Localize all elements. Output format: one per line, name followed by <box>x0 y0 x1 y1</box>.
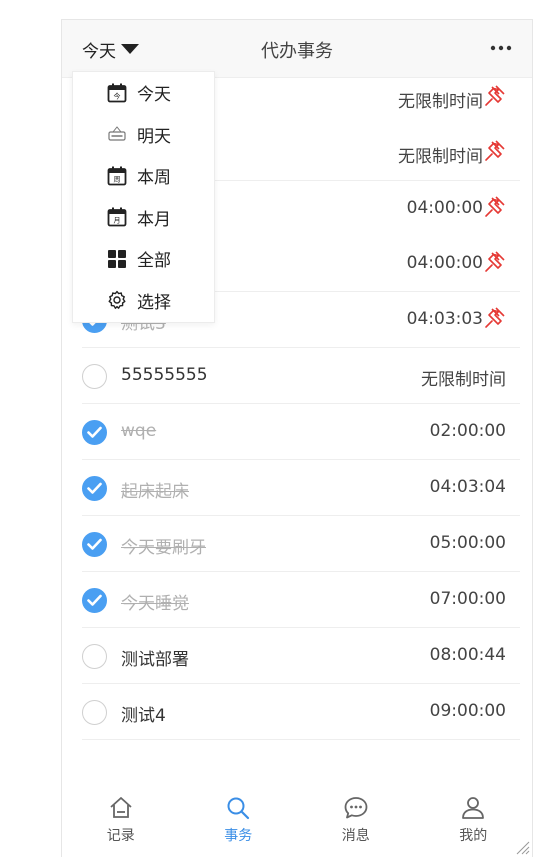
tab-label: 记录 <box>106 828 135 844</box>
task-checkbox[interactable] <box>82 420 107 445</box>
pin-icon[interactable] <box>483 195 507 219</box>
page-title: 代办事务 <box>261 41 333 62</box>
tab-label: 事务 <box>224 828 253 844</box>
bottom-tab-bar: 记录 事务 消息 我的 <box>62 787 532 857</box>
more-icon[interactable] <box>490 38 512 58</box>
tab-label: 消息 <box>341 828 370 844</box>
task-checkbox[interactable] <box>82 700 107 725</box>
task-time: 08:00:44 <box>429 645 506 665</box>
task-checkbox[interactable] <box>82 532 107 557</box>
close-sign-icon <box>108 126 126 141</box>
svg-text:周: 周 <box>114 175 121 183</box>
resize-handle-icon[interactable] <box>514 839 530 855</box>
pin-icon[interactable] <box>483 139 507 163</box>
gear-icon <box>108 291 126 310</box>
task-row[interactable]: 今天要刷牙 05:00:00 <box>82 516 520 572</box>
search-icon <box>227 797 250 820</box>
tab-label: 我的 <box>459 828 488 844</box>
calendar-week-icon: 周 <box>107 166 127 186</box>
task-time: 04:00:00 <box>406 198 483 218</box>
dropdown-item-select[interactable]: 选择 <box>73 280 214 322</box>
chat-bubble-icon <box>344 797 368 819</box>
task-time: 无限制时间 <box>398 147 483 167</box>
task-row[interactable]: wqe 02:00:00 <box>82 404 520 460</box>
task-time: 04:03:04 <box>429 477 506 497</box>
calendar-month-icon: 月 <box>107 207 127 227</box>
task-time: 04:03:03 <box>406 309 483 329</box>
dropdown-item-month[interactable]: 月 本月 <box>73 197 214 239</box>
task-row[interactable]: 今天睡觉 07:00:00 <box>82 572 520 628</box>
tab-tasks[interactable]: 事务 <box>180 787 298 857</box>
dropdown-item-today[interactable]: 今 今天 <box>73 72 214 114</box>
task-name: 起床起床 <box>121 482 189 502</box>
pin-icon[interactable] <box>483 306 507 330</box>
dropdown-label: 选择 <box>137 292 171 313</box>
task-row[interactable]: 测试4 09:00:00 <box>82 684 520 740</box>
task-name: wqe <box>121 421 157 441</box>
app-window: 今天 代办事务 无限制时间 无限制时间 04:00:00 04:00:00 测试3 04:… <box>61 19 533 857</box>
task-name: 55555555 <box>121 365 208 385</box>
task-row[interactable]: 起床起床 04:03:04 <box>82 460 520 516</box>
grid-icon <box>108 249 126 268</box>
dropdown-label: 今天 <box>137 85 171 106</box>
svg-text:月: 月 <box>114 217 121 225</box>
task-time: 07:00:00 <box>429 589 506 609</box>
tab-records[interactable]: 记录 <box>62 787 180 857</box>
pin-icon[interactable] <box>483 250 507 274</box>
task-checkbox[interactable] <box>82 644 107 669</box>
task-time: 09:00:00 <box>429 701 506 721</box>
task-name: 测试部署 <box>121 650 189 670</box>
task-time: 04:00:00 <box>406 253 483 273</box>
dropdown-item-week[interactable]: 周 本周 <box>73 155 214 197</box>
task-checkbox[interactable] <box>82 588 107 613</box>
dropdown-item-all[interactable]: 全部 <box>73 238 214 280</box>
date-filter-dropdown: 今 今天 明天 周 本周 月 本月 全部 选择 <box>72 71 215 323</box>
dropdown-label: 明天 <box>137 126 171 147</box>
task-time: 05:00:00 <box>429 533 506 553</box>
dropdown-label: 本月 <box>137 209 171 230</box>
task-name: 测试4 <box>121 706 166 726</box>
task-time: 无限制时间 <box>398 92 483 112</box>
tab-messages[interactable]: 消息 <box>297 787 415 857</box>
calendar-today-icon: 今 <box>107 83 127 103</box>
svg-text:今: 今 <box>114 91 121 100</box>
user-icon <box>462 797 485 819</box>
task-name: 今天要刷牙 <box>121 538 206 558</box>
task-time: 02:00:00 <box>429 421 506 441</box>
task-checkbox[interactable] <box>82 476 107 501</box>
dropdown-label: 本周 <box>137 168 171 189</box>
task-row[interactable]: 55555555 无限制时间 <box>82 348 520 404</box>
home-icon <box>110 797 132 818</box>
task-name: 今天睡觉 <box>121 594 189 614</box>
dropdown-item-tomorrow[interactable]: 明天 <box>73 114 214 156</box>
task-row[interactable]: 测试部署 08:00:44 <box>82 628 520 684</box>
task-time: 无限制时间 <box>421 370 506 390</box>
pin-icon[interactable] <box>483 84 507 108</box>
task-checkbox[interactable] <box>82 364 107 389</box>
dropdown-label: 全部 <box>137 251 171 272</box>
